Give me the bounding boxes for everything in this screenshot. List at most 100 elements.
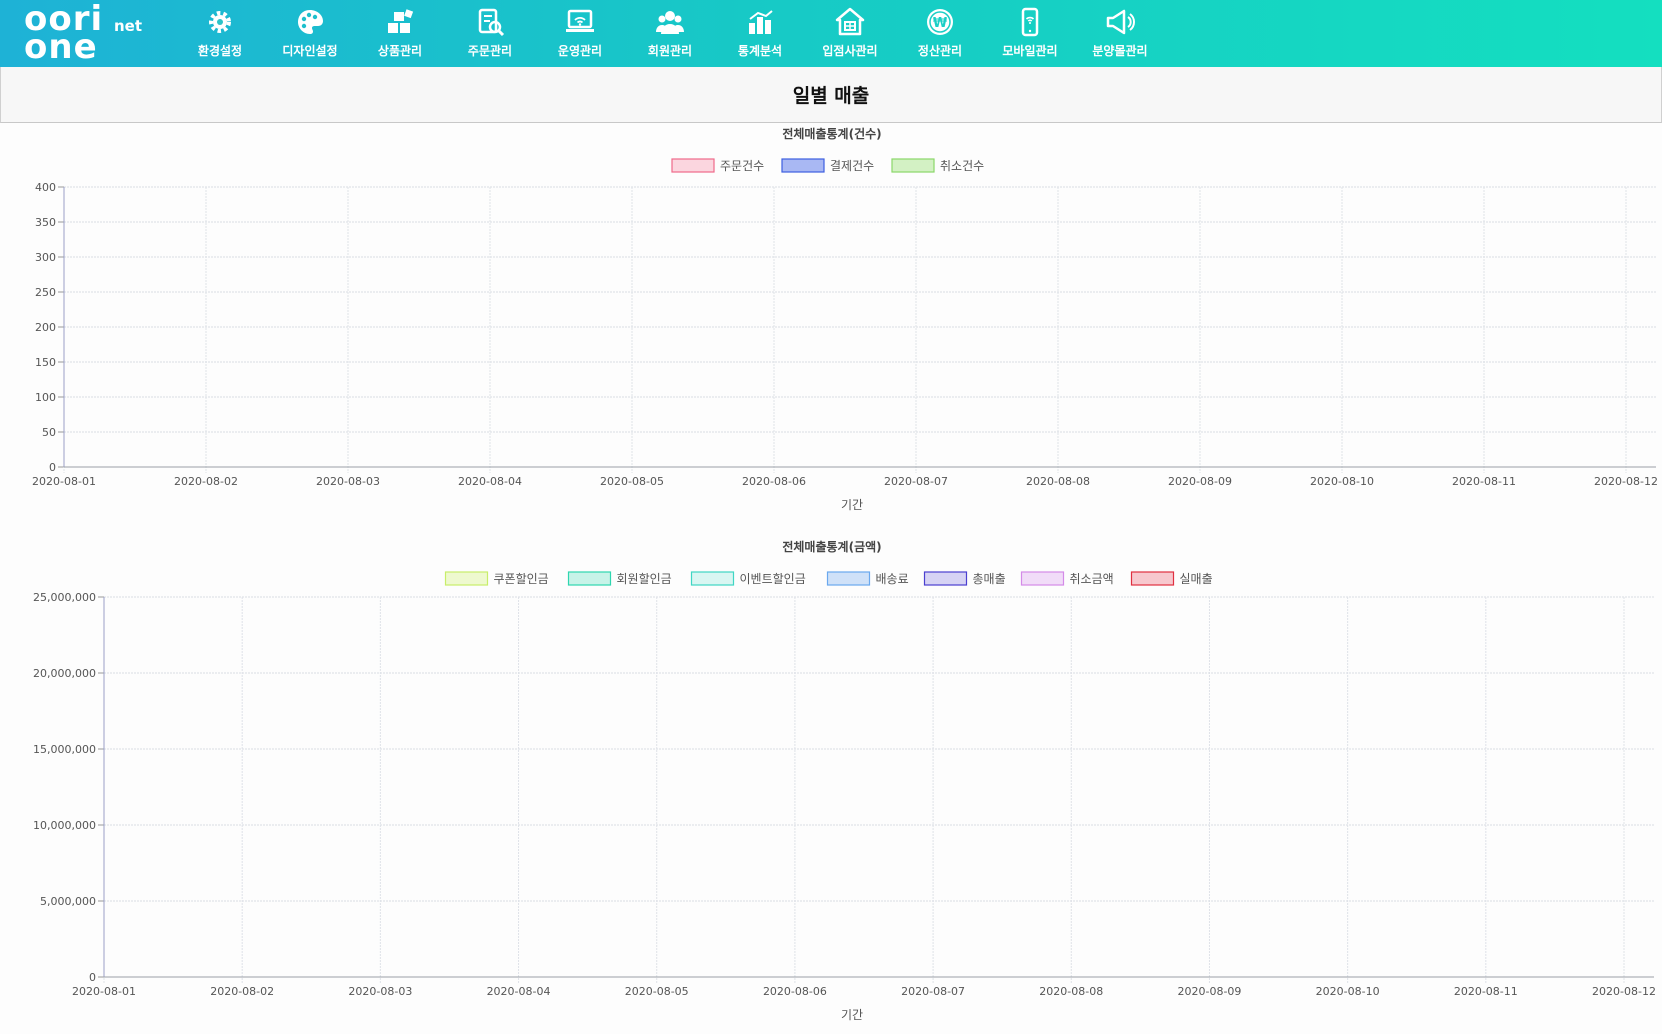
x-tick-label: 2020-08-06 [742,475,806,488]
y-tick-label: 300 [35,251,56,264]
y-tick-label: 20,000,000 [33,667,96,680]
x-tick-label: 2020-08-01 [32,475,96,488]
mobile-icon [1021,7,1039,37]
legend-label: 주문건수 [720,159,764,173]
x-tick-label: 2020-08-04 [487,985,551,998]
legend-label: 회원할인금 [617,572,672,586]
x-tick-label: 2020-08-12 [1594,475,1658,488]
laptop-wifi-icon [566,9,594,32]
legend-swatch [1130,571,1175,586]
legend-item[interactable]: 취소건수 [891,158,984,173]
legend-label: 취소금액 [1070,572,1114,586]
x-tick-label: 2020-08-11 [1452,475,1516,488]
x-axis-label: 기간 [841,1008,863,1022]
bar-chart-icon [749,10,773,34]
legend-item[interactable]: 이벤트할인금 [690,571,806,586]
brand-logo[interactable]: oori net one [24,2,154,67]
nav-item-8[interactable]: ₩ 정산관리 [895,0,985,67]
x-tick-label: 2020-08-08 [1026,475,1090,488]
legend-label: 취소건수 [940,159,984,173]
legend-swatch [826,571,871,586]
chart-title: 전체매출통계(금액) [782,539,881,554]
members-icon [656,11,684,34]
y-tick-label: 150 [35,356,56,369]
x-tick-label: 2020-08-09 [1177,985,1241,998]
legend-item[interactable]: 주문건수 [671,158,764,173]
y-tick-label: 15,000,000 [33,743,96,756]
nav-item-4[interactable]: 운영관리 [535,0,625,67]
legend-item[interactable]: 실매출 [1130,571,1213,586]
store-icon [835,7,865,36]
legend-label: 총매출 [973,572,1006,586]
legend-label: 실매출 [1180,572,1213,586]
nav-item-label: 디자인설정 [282,44,338,58]
legend-item[interactable]: 결제건수 [781,158,874,173]
nav-item-label: 환경설정 [197,44,243,58]
nav-item-0[interactable]: 환경설정 [175,0,265,67]
legend-item[interactable]: 회원할인금 [567,571,672,586]
legend-swatch [444,571,489,586]
chart-amount-container: 전체매출통계(금액) 쿠폰할인금 회원할인금 이벤트할인금 배송료 총매출 취소금액 실매출 0… [0,530,1662,1030]
nav-item-6[interactable]: 통계분석 [715,0,805,67]
nav-item-9[interactable]: 모바일관리 [985,0,1075,67]
nav-item-label: 입점사관리 [822,44,878,58]
x-tick-label: 2020-08-07 [901,985,965,998]
logo-suffix: net [114,17,143,35]
nav-item-label: 분양몰관리 [1092,44,1148,58]
main-menu: 환경설정 디자인설정 상품관리 주문관리 운영관리 회원관리 통계분석 입점사관리 ₩ 정산관리 모… [175,0,1165,67]
x-tick-label: 2020-08-02 [174,475,238,488]
x-tick-label: 2020-08-09 [1168,475,1232,488]
nav-item-label: 주문관리 [467,44,513,58]
legend-swatch [567,571,612,586]
legend-item[interactable]: 쿠폰할인금 [444,571,549,586]
chart-count-container: 전체매출통계(건수) 주문건수 결제건수 취소건수 0 50 100 150 200 250 300… [0,123,1662,516]
nav-item-2[interactable]: 상품관리 [355,0,445,67]
x-tick-label: 2020-08-11 [1454,985,1518,998]
x-tick-label: 2020-08-07 [884,475,948,488]
palette-icon [298,10,323,34]
y-tick-label: 25,000,000 [33,591,96,604]
x-tick-label: 2020-08-10 [1316,985,1380,998]
top-navigation-bar: oori net one 환경설정 디자인설정 상품관리 주문관리 운영관리 회원관리 통계… [0,0,1662,67]
nav-item-label: 통계분석 [737,44,783,58]
gear-icon [209,11,231,33]
y-tick-label: 350 [35,216,56,229]
svg-text:₩: ₩ [933,16,948,31]
x-tick-label: 2020-08-04 [458,475,522,488]
legend-swatch [690,571,735,586]
legend-swatch [1020,571,1065,586]
nav-item-1[interactable]: 디자인설정 [265,0,355,67]
y-tick-label: 250 [35,286,56,299]
legend-swatch [923,571,968,586]
page-title: 일별 매출 [792,85,870,107]
order-count-chart: 전체매출통계(건수) 주문건수 결제건수 취소건수 0 50 100 150 200 250 300… [32,126,1658,512]
x-tick-label: 2020-08-10 [1310,475,1374,488]
boxes-icon [388,9,414,33]
page-header: 일별 매출 [0,67,1662,123]
x-tick-label: 2020-08-03 [316,475,380,488]
legend-label: 결제건수 [830,159,874,173]
y-tick-label: 5,000,000 [40,895,96,908]
legend-label: 쿠폰할인금 [494,572,549,586]
y-tick-label: 400 [35,181,56,194]
y-tick-label: 100 [35,391,56,404]
y-tick-label: 200 [35,321,56,334]
legend-label: 이벤트할인금 [740,572,806,586]
nav-item-10[interactable]: 분양몰관리 [1075,0,1165,67]
legend-swatch [781,158,825,173]
legend-item[interactable]: 총매출 [923,571,1006,586]
logo-line2: one [24,27,98,67]
nav-item-5[interactable]: 회원관리 [625,0,715,67]
y-tick-label: 50 [42,426,56,439]
nav-item-7[interactable]: 입점사관리 [805,0,895,67]
nav-item-label: 모바일관리 [1002,44,1058,58]
x-tick-label: 2020-08-12 [1592,985,1656,998]
x-tick-label: 2020-08-05 [625,985,689,998]
sales-amount-chart: 전체매출통계(금액) 쿠폰할인금 회원할인금 이벤트할인금 배송료 총매출 취소금액 실매출 0… [33,539,1656,1022]
x-tick-label: 2020-08-06 [763,985,827,998]
x-tick-label: 2020-08-03 [348,985,412,998]
nav-item-3[interactable]: 주문관리 [445,0,535,67]
legend-item[interactable]: 배송료 [826,571,909,586]
legend-item[interactable]: 취소금액 [1020,571,1114,586]
x-tick-label: 2020-08-05 [600,475,664,488]
